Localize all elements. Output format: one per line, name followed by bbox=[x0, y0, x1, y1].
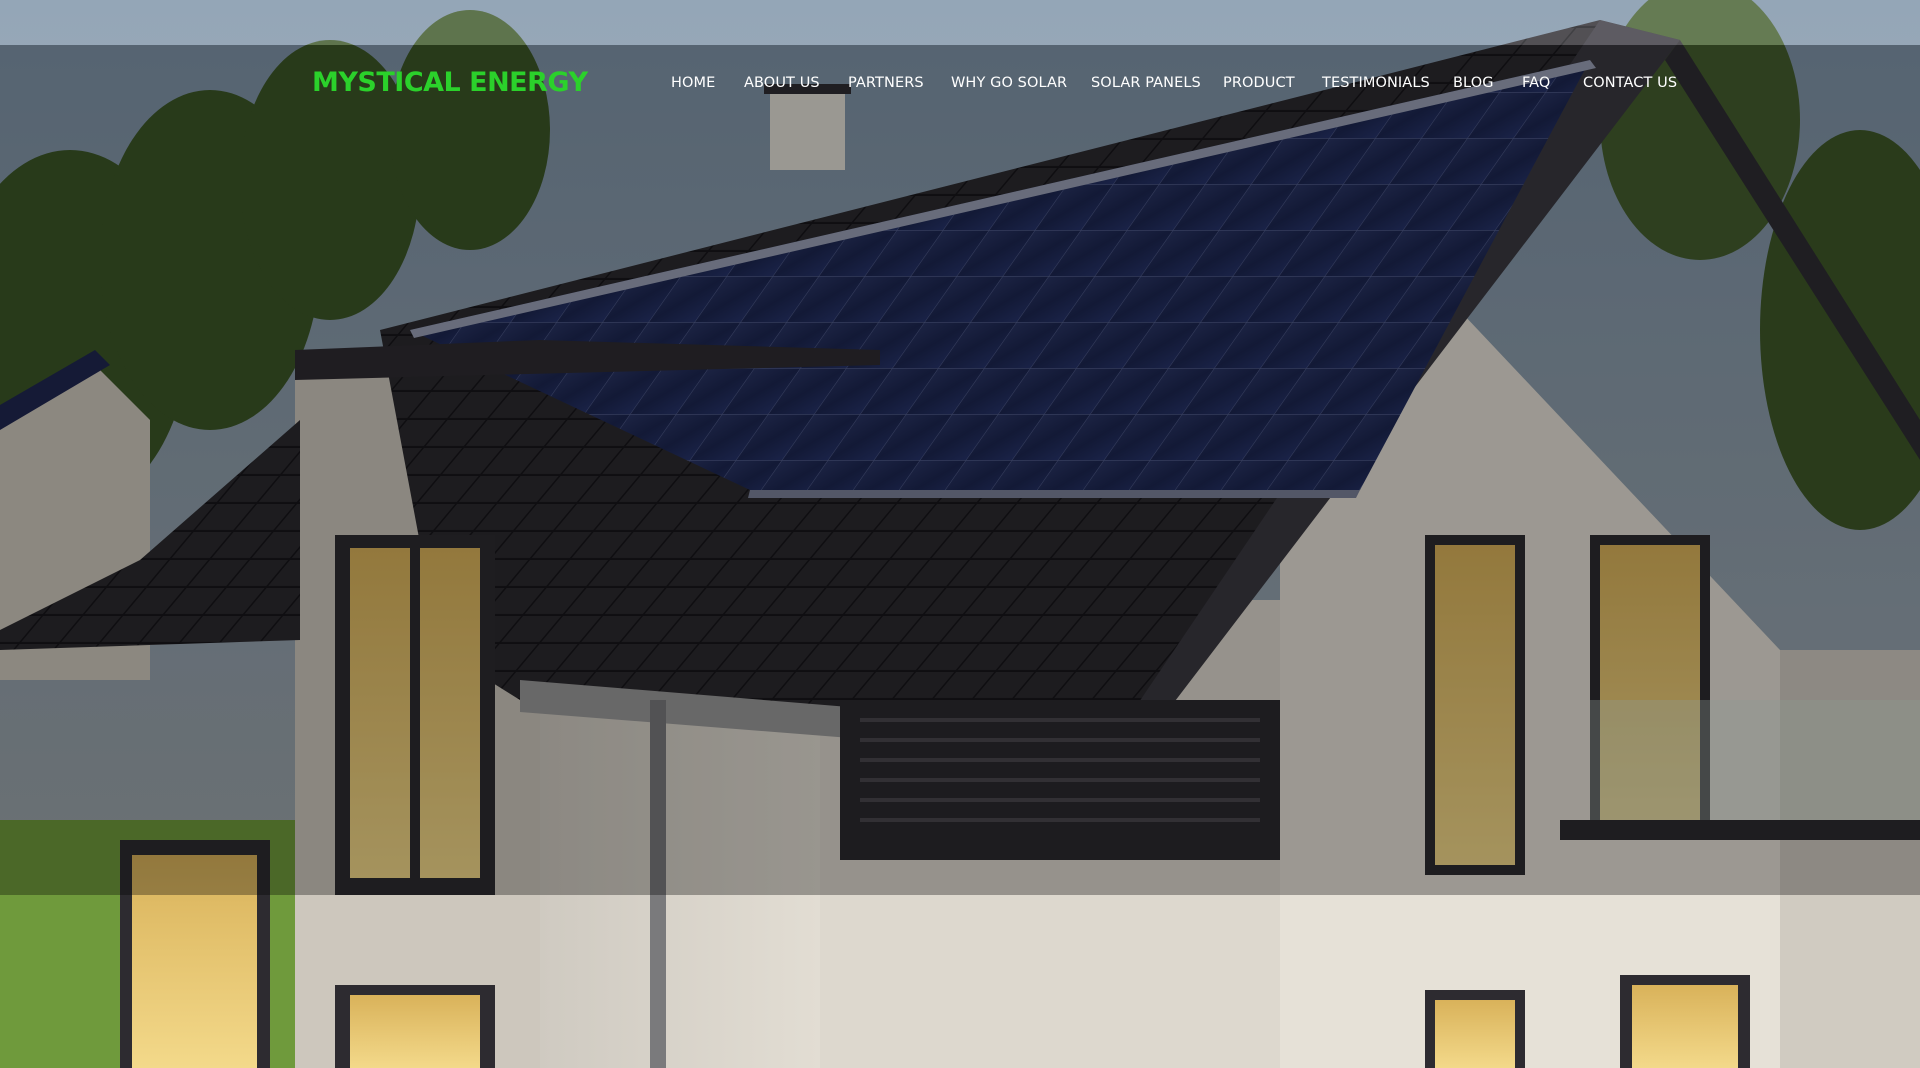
site-header: MYSTICAL ENERGY HOME ABOUT US PARTNERS W… bbox=[0, 45, 1920, 123]
nav-why-go-solar[interactable]: WHY GO SOLAR bbox=[951, 75, 1067, 91]
nav-testimonials[interactable]: TESTIMONIALS bbox=[1322, 75, 1430, 91]
nav-solar-panels[interactable]: SOLAR PANELS bbox=[1091, 75, 1201, 91]
nav-home[interactable]: HOME bbox=[671, 75, 715, 91]
nav-product[interactable]: PRODUCT bbox=[1223, 75, 1295, 91]
nav-blog[interactable]: BLOG bbox=[1453, 75, 1494, 91]
page: MYSTICAL ENERGY HOME ABOUT US PARTNERS W… bbox=[0, 0, 1920, 1068]
nav-contact-us[interactable]: CONTACT US bbox=[1583, 75, 1677, 91]
nav-partners[interactable]: PARTNERS bbox=[848, 75, 924, 91]
hero-dark-overlay bbox=[0, 45, 1920, 895]
main-nav: HOME ABOUT US PARTNERS WHY GO SOLAR SOLA… bbox=[0, 45, 1920, 123]
nav-about-us[interactable]: ABOUT US bbox=[744, 75, 820, 91]
nav-faq[interactable]: FAQ bbox=[1522, 75, 1550, 91]
